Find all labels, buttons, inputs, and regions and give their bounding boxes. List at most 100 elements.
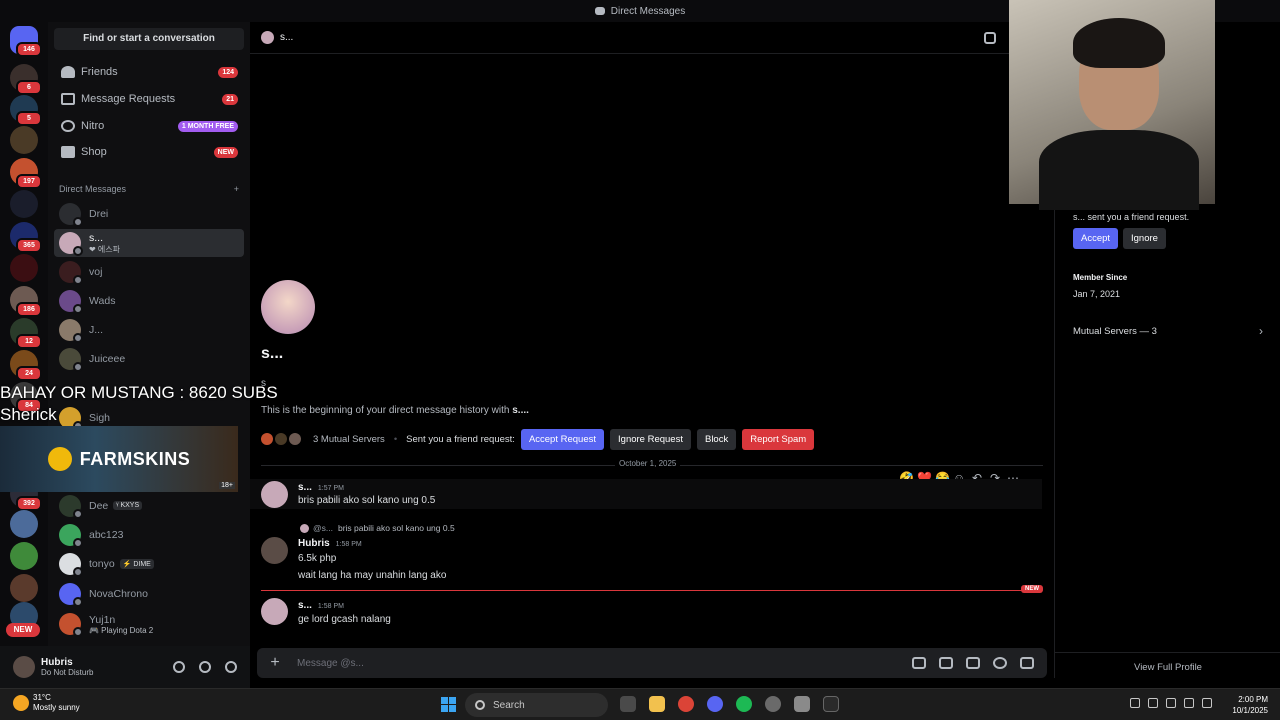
message[interactable]: s... 1:57 PM bris pabili ako sol kano ung… [250, 479, 1042, 509]
app-icon[interactable] [794, 696, 810, 712]
profile-ignore-button[interactable]: Ignore [1123, 228, 1166, 249]
message[interactable]: s... 1:58 PM ge lord gcash nalang [250, 598, 1042, 630]
dm-item[interactable]: Yuj1n 🎮 Playing Dota 2 [54, 610, 244, 638]
taskbar-search[interactable]: Search [465, 693, 608, 717]
avatar [59, 494, 83, 519]
message[interactable]: Hubris 1:58 PM 6.5k php wait lang ha may … [250, 537, 1042, 587]
taskbar-clock[interactable]: 2:00 PM 10/1/2025 [1232, 694, 1268, 716]
attach-plus-icon[interactable]: + [265, 654, 285, 672]
server-icon[interactable]: 6 [10, 64, 42, 95]
find-conversation-button[interactable]: Find or start a conversation [54, 28, 244, 50]
server-icon[interactable] [10, 510, 38, 538]
message-author[interactable]: Hubris [298, 538, 330, 549]
dm-item[interactable]: Dee ᵞ KXYS [54, 492, 244, 519]
system-tray [1130, 698, 1212, 708]
intro-avatar[interactable] [261, 280, 315, 334]
avatar[interactable] [261, 598, 288, 625]
mutual-servers-link[interactable]: 3 Mutual Servers [313, 434, 385, 445]
dm-item[interactable]: J... [54, 316, 244, 343]
avatar[interactable] [13, 656, 35, 678]
webcam-person [1039, 130, 1199, 210]
server-badge: 392 [16, 496, 42, 511]
gift-icon[interactable] [912, 657, 926, 669]
view-full-profile-link[interactable]: View Full Profile [1055, 662, 1280, 673]
server-icon[interactable]: 12 [10, 318, 42, 349]
tray-app-icon[interactable] [1148, 698, 1158, 708]
dm-item[interactable]: tonyo ⚡ DIME [54, 550, 244, 577]
reply-reference[interactable]: @s... bris pabili ako sol kano ung 0.5 [300, 523, 455, 533]
chrome-icon[interactable] [678, 696, 694, 712]
discord-taskbar-icon[interactable] [707, 696, 723, 712]
dm-item[interactable]: voj [54, 258, 244, 285]
mutual-servers-row[interactable]: Mutual Servers — 3 › [1065, 320, 1271, 342]
message-header: Hubris 1:58 PM [298, 538, 362, 549]
headphones-icon[interactable] [199, 661, 211, 673]
dm-item[interactable]: Drei [54, 200, 244, 227]
home-dm-button[interactable]: 146 [10, 26, 42, 57]
server-icon[interactable] [10, 126, 38, 154]
server-icon[interactable] [10, 190, 38, 218]
current-username[interactable]: Hubris [41, 657, 93, 668]
sticker-icon[interactable] [966, 657, 980, 669]
server-icon[interactable] [10, 574, 38, 602]
ignore-request-button[interactable]: Ignore Request [610, 428, 691, 450]
avatar[interactable] [261, 537, 288, 564]
avatar [300, 523, 309, 533]
server-icon[interactable]: 197 [10, 158, 42, 189]
message-author[interactable]: s... [298, 600, 312, 611]
new-servers-pill[interactable]: NEW [6, 623, 40, 637]
message-author[interactable]: s... [298, 482, 312, 493]
avatar[interactable] [261, 481, 288, 508]
spotify-icon[interactable] [736, 696, 752, 712]
emoji-icon[interactable] [993, 657, 1007, 669]
windows-start-icon[interactable] [441, 697, 456, 712]
server-icon[interactable]: 24 [10, 350, 42, 381]
dm-item[interactable]: Juiceee [54, 345, 244, 372]
file-explorer-icon[interactable] [649, 696, 665, 712]
server-icon[interactable]: 365 [10, 222, 42, 253]
avatar [59, 318, 83, 343]
server-rail: 146 6 5 197 365 186 12 24 84 392 NEW [0, 22, 48, 678]
report-spam-button[interactable]: Report Spam [742, 428, 815, 450]
server-icon[interactable] [10, 542, 38, 570]
server-icon[interactable]: 186 [10, 286, 42, 317]
dm-item-active[interactable]: s... ❤ 에스파 [54, 229, 244, 257]
activities-icon[interactable] [1020, 657, 1034, 669]
tray-chevron-icon[interactable] [1130, 698, 1140, 708]
server-badge: 365 [16, 238, 42, 253]
message-input[interactable] [297, 657, 912, 669]
profile-accept-button[interactable]: Accept [1073, 228, 1119, 249]
chat-header-name[interactable]: s... [280, 32, 293, 43]
network-icon[interactable] [1184, 698, 1194, 708]
server-icon[interactable]: 5 [10, 95, 42, 126]
window-title: Direct Messages [610, 5, 686, 17]
avatar [59, 582, 83, 607]
tray-app-icon[interactable] [1166, 698, 1176, 708]
dm-item[interactable]: Wads [54, 287, 244, 314]
shop-icon [61, 146, 75, 158]
nav-nitro[interactable]: Nitro 1 MONTH FREE [54, 114, 244, 138]
app-icon[interactable] [765, 696, 781, 712]
create-dm-button[interactable]: + [234, 184, 239, 194]
weather-widget[interactable]: 31°C Mostly sunny [13, 693, 80, 713]
nav-message-requests[interactable]: Message Requests 21 [54, 87, 244, 111]
accept-request-button[interactable]: Accept Request [520, 428, 605, 450]
beginning-prefix: This is the beginning of your direct mes… [261, 405, 513, 416]
nav-shop[interactable]: Shop NEW [54, 140, 244, 164]
microphone-icon[interactable] [173, 661, 185, 673]
dm-item[interactable]: abc123 [54, 521, 244, 548]
voice-call-icon[interactable] [984, 32, 996, 44]
block-button[interactable]: Block [696, 428, 737, 450]
server-badge: 197 [16, 174, 42, 189]
gif-icon[interactable] [939, 657, 953, 669]
dm-item[interactable]: NovaChrono [54, 580, 244, 607]
nav-friends[interactable]: Friends 124 [54, 60, 244, 84]
task-view-icon[interactable] [620, 696, 636, 712]
volume-icon[interactable] [1202, 698, 1212, 708]
avatar [59, 347, 83, 372]
nav-label: Shop [81, 146, 107, 158]
member-since-date: Jan 7, 2021 [1073, 289, 1121, 299]
server-icon[interactable] [10, 254, 38, 282]
gear-icon[interactable] [225, 661, 237, 673]
terminal-icon[interactable] [823, 696, 839, 712]
